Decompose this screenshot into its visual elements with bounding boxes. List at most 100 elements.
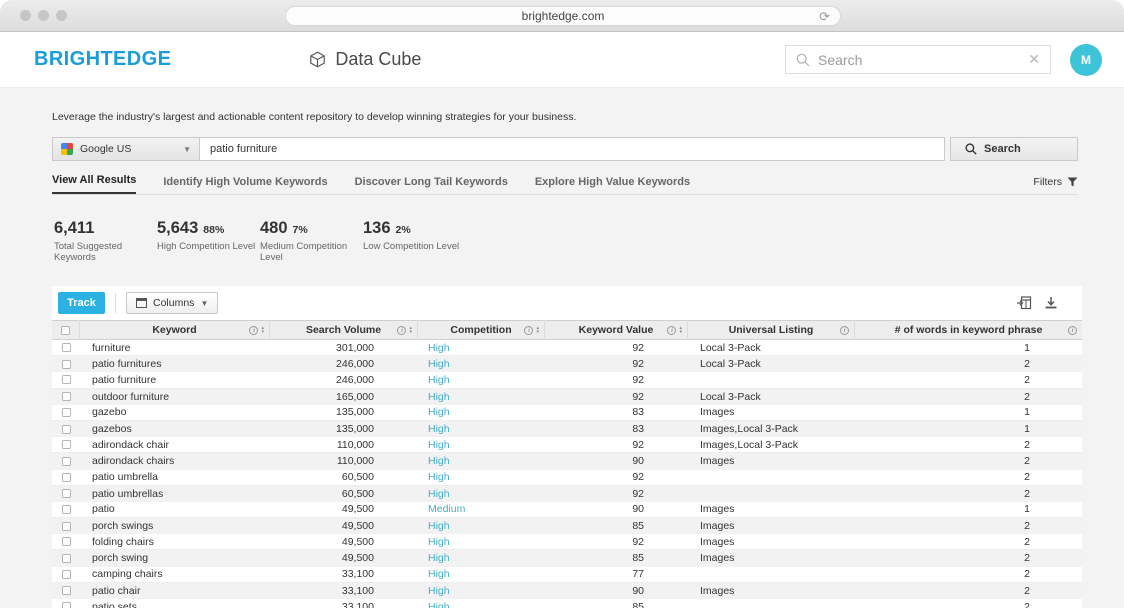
row-checkbox[interactable]	[62, 457, 71, 466]
table-row: furniture 301,000 High 92 Local 3-Pack 1	[52, 340, 1082, 356]
tab[interactable]: Explore High Value Keywords	[535, 176, 690, 194]
info-icon[interactable]: i	[524, 326, 533, 335]
search-icon	[965, 143, 977, 155]
row-checkbox[interactable]	[62, 360, 71, 369]
search-engine-dropdown[interactable]: Google US ▼	[52, 137, 200, 161]
keyword-cell: adirondack chairs	[80, 453, 270, 469]
toolbar-divider	[115, 293, 116, 313]
column-header[interactable]	[52, 320, 80, 340]
row-checkbox[interactable]	[62, 473, 71, 482]
row-checkbox-cell	[52, 501, 80, 517]
clear-search-icon[interactable]: ✕	[1028, 51, 1040, 68]
sort-icon[interactable]: ▴▾	[536, 326, 539, 334]
keyword-value-cell: 90	[545, 501, 688, 517]
global-search-input[interactable]	[818, 52, 1028, 68]
universal-listing-cell	[688, 469, 855, 485]
address-bar[interactable]: brightedge.com ⟳	[285, 6, 841, 26]
stat-label: High Competition Level	[157, 241, 260, 252]
download-icon[interactable]	[1044, 296, 1058, 310]
row-checkbox[interactable]	[62, 343, 71, 352]
row-checkbox-cell	[52, 421, 80, 437]
global-search-box[interactable]: ✕	[785, 45, 1051, 74]
search-button[interactable]: Search	[950, 137, 1078, 161]
search-volume-cell: 33,100	[270, 566, 418, 582]
page: brightedge.com ⟳ BRIGHTEDGE Data Cube ✕ …	[0, 0, 1124, 608]
row-checkbox[interactable]	[62, 505, 71, 514]
track-button[interactable]: Track	[58, 292, 105, 314]
table-row: gazebo 135,000 High 83 Images 1	[52, 405, 1082, 421]
keyword-value-cell: 85	[545, 550, 688, 566]
keyword-value-cell: 83	[545, 404, 688, 420]
info-icon[interactable]: i	[840, 326, 849, 335]
column-header[interactable]: Universal Listing i	[688, 320, 855, 340]
competition-cell: High	[418, 340, 545, 356]
column-header[interactable]: Keyword i ▴▾	[80, 320, 270, 340]
row-checkbox[interactable]	[62, 522, 71, 531]
row-checkbox[interactable]	[62, 392, 71, 401]
sort-icon[interactable]: ▴▾	[261, 326, 264, 334]
row-checkbox-cell	[52, 372, 80, 388]
competition-cell: High	[418, 518, 545, 534]
keyword-cell: furniture	[80, 340, 270, 356]
competition-cell: High	[418, 372, 545, 388]
window-maximize-button[interactable]	[56, 10, 67, 21]
sort-icon[interactable]: ▴▾	[409, 326, 412, 334]
table-row: patio chair 33,100 High 90 Images 2	[52, 583, 1082, 599]
table-row: gazebos 135,000 High 83 Images,Local 3-P…	[52, 421, 1082, 437]
search-volume-cell: 246,000	[270, 356, 418, 372]
window-close-button[interactable]	[20, 10, 31, 21]
keyword-cell: porch swing	[80, 550, 270, 566]
competition-cell: High	[418, 356, 545, 372]
tab[interactable]: Identify High Volume Keywords	[163, 176, 327, 194]
row-checkbox[interactable]	[62, 425, 71, 434]
search-volume-cell: 60,500	[270, 486, 418, 502]
filters-button[interactable]: Filters	[1033, 176, 1078, 188]
row-checkbox[interactable]	[62, 537, 71, 546]
export-table-icon[interactable]	[1017, 296, 1032, 310]
table-row: adirondack chairs 110,000 High 90 Images…	[52, 453, 1082, 469]
table-row: patio furnitures 246,000 High 92 Local 3…	[52, 356, 1082, 372]
universal-listing-cell	[688, 486, 855, 502]
column-header[interactable]: # of words in keyword phrase i	[855, 320, 1082, 340]
column-header[interactable]: Keyword Value i ▴▾	[545, 320, 688, 340]
info-icon[interactable]: i	[249, 326, 258, 335]
stat-percent: 88%	[203, 224, 224, 236]
column-header[interactable]: Search Volume i ▴▾	[270, 320, 418, 340]
tab[interactable]: View All Results	[52, 174, 136, 194]
window-controls	[20, 10, 67, 21]
row-checkbox[interactable]	[62, 570, 71, 579]
keyword-cell: patio	[80, 501, 270, 517]
row-checkbox[interactable]	[62, 489, 71, 498]
search-icon	[796, 53, 810, 67]
competition-cell: High	[418, 404, 545, 420]
window-minimize-button[interactable]	[38, 10, 49, 21]
keyword-cell: gazebo	[80, 404, 270, 420]
columns-button[interactable]: Columns ▼	[126, 292, 218, 314]
results-card: Track Columns ▼ Keyword i ▴▾ Searc	[52, 286, 1082, 608]
row-checkbox[interactable]	[62, 554, 71, 563]
universal-listing-cell: Local 3-Pack	[688, 389, 855, 405]
keyword-search-row: Google US ▼ Search	[52, 137, 1078, 161]
keyword-cell: folding chairs	[80, 534, 270, 550]
column-header[interactable]: Competition i ▴▾	[418, 320, 545, 340]
select-all-checkbox[interactable]	[61, 326, 70, 335]
row-checkbox[interactable]	[62, 440, 71, 449]
reload-icon[interactable]: ⟳	[819, 9, 830, 25]
row-checkbox[interactable]	[62, 408, 71, 417]
row-checkbox[interactable]	[62, 602, 71, 608]
row-checkbox[interactable]	[62, 586, 71, 595]
info-icon[interactable]: i	[1068, 326, 1077, 335]
column-header-label: Keyword	[152, 324, 196, 336]
stat-block: 136 2% Low Competition Level	[363, 219, 459, 263]
column-header-label: Keyword Value	[579, 324, 654, 336]
sort-icon[interactable]: ▴▾	[679, 326, 682, 334]
info-icon[interactable]: i	[667, 326, 676, 335]
keyword-value-cell: 92	[545, 469, 688, 485]
tab[interactable]: Discover Long Tail Keywords	[355, 176, 508, 194]
row-checkbox[interactable]	[62, 375, 71, 384]
info-icon[interactable]: i	[397, 326, 406, 335]
avatar[interactable]: M	[1070, 44, 1102, 76]
keyword-query-input[interactable]	[200, 137, 945, 161]
universal-listing-cell: Images	[688, 534, 855, 550]
row-checkbox-cell	[52, 404, 80, 420]
